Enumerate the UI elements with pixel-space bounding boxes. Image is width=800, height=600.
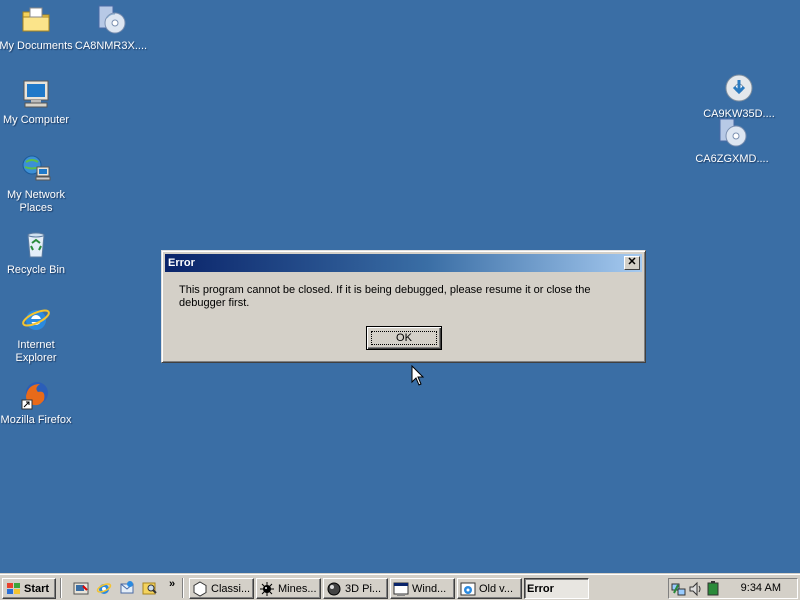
clock[interactable]: 9:34 AM <box>741 582 781 594</box>
quick-launch-more-chevron[interactable]: » <box>169 578 175 590</box>
pinball-icon <box>327 582 341 595</box>
outlook-express-icon[interactable] <box>119 580 135 596</box>
dialog-title: Error <box>168 257 195 269</box>
desktop-icon-ca8nmr3x[interactable]: CA8NMR3X.... <box>73 4 149 53</box>
desktop-icon-label: CA8NMR3X.... <box>74 40 148 52</box>
battery-icon[interactable] <box>705 581 721 597</box>
taskbar-button-label: Wind... <box>412 582 447 595</box>
firefox-icon <box>20 378 52 410</box>
desktop-icon-my-computer[interactable]: My Computer <box>0 78 74 127</box>
desktop-icon-ca9kw35d[interactable]: CA9KW35D.... <box>701 72 777 121</box>
ok-button[interactable]: OK <box>366 326 442 350</box>
taskbar-button-label: Classi... <box>211 582 251 595</box>
desktop-icon-mozilla-firefox[interactable]: Mozilla Firefox <box>0 378 74 427</box>
internet-explorer-icon[interactable] <box>96 580 112 596</box>
start-label: Start <box>24 582 50 595</box>
folder-icon <box>20 4 52 36</box>
taskbar-button-3d-pinball[interactable]: 3D Pi... <box>323 578 388 599</box>
hexagon-icon <box>193 580 207 597</box>
window-icon <box>393 582 409 596</box>
show-desktop-icon[interactable] <box>73 580 89 596</box>
system-tray: 9:34 AM <box>668 578 798 599</box>
taskbar-button-label: Old v... <box>479 582 514 595</box>
taskbar-button-error[interactable]: Error <box>524 578 589 599</box>
desktop-icon-label: My Network Places <box>6 189 66 214</box>
desktop-icon-my-documents[interactable]: My Documents <box>0 4 74 53</box>
taskbar: Start » Classi... Mines... 3D Pi... Wind… <box>0 573 800 600</box>
network-status-icon[interactable] <box>671 581 687 597</box>
taskbar-separator <box>60 578 62 598</box>
taskbar-button-minesweeper[interactable]: Mines... <box>256 578 321 599</box>
desktop-icon-internet-explorer[interactable]: Internet Explorer <box>0 303 74 365</box>
desktop-icon-my-network-places[interactable]: My Network Places <box>0 153 74 215</box>
desktop-icon-label: Mozilla Firefox <box>0 414 72 426</box>
volume-icon[interactable] <box>688 581 704 597</box>
dialog-message: This program cannot be closed. If it is … <box>179 284 591 309</box>
close-button[interactable]: ✕ <box>624 256 640 270</box>
recycle-bin-icon <box>20 228 52 260</box>
desktop-icon-label: My Computer <box>2 114 70 126</box>
focus-rect <box>371 331 437 345</box>
taskbar-button-classic[interactable]: Classi... <box>189 578 254 599</box>
search-icon[interactable] <box>142 580 158 596</box>
taskbar-button-windows[interactable]: Wind... <box>390 578 455 599</box>
taskbar-separator <box>182 578 184 598</box>
mine-icon <box>260 581 274 596</box>
computer-icon <box>20 78 52 110</box>
cd-setup-icon <box>716 117 748 149</box>
windows-logo-icon <box>7 582 20 594</box>
desktop-icon-ca6zgxmd[interactable]: CA6ZGXMD.... <box>694 117 770 166</box>
taskbar-button-label: Error <box>527 582 554 595</box>
desktop-icon-label: Recycle Bin <box>6 264 66 276</box>
desktop-icon-label: My Documents <box>0 40 73 52</box>
network-icon <box>20 153 52 185</box>
desktop-icon-recycle-bin[interactable]: Recycle Bin <box>0 228 74 277</box>
desktop-icon-label: Internet Explorer <box>15 339 57 364</box>
mouse-cursor-icon <box>411 365 425 386</box>
taskbar-button-label: 3D Pi... <box>345 582 382 595</box>
ie-icon <box>460 582 476 595</box>
error-dialog: Error ✕ This program cannot be closed. I… <box>161 250 646 363</box>
desktop-icon-label: CA6ZGXMD.... <box>695 153 769 165</box>
cd-setup-icon <box>95 4 127 36</box>
taskbar-button-label: Mines... <box>278 582 317 595</box>
dialog-titlebar[interactable]: Error ✕ <box>165 254 642 272</box>
desktop: My Documents CA8NMR3X.... My Computer My… <box>0 0 800 573</box>
close-icon: ✕ <box>627 256 637 268</box>
taskbar-button-old-version[interactable]: Old v... <box>457 578 522 599</box>
cd-install-icon <box>723 72 755 104</box>
start-button[interactable]: Start <box>2 578 56 599</box>
internet-explorer-icon <box>20 303 52 335</box>
